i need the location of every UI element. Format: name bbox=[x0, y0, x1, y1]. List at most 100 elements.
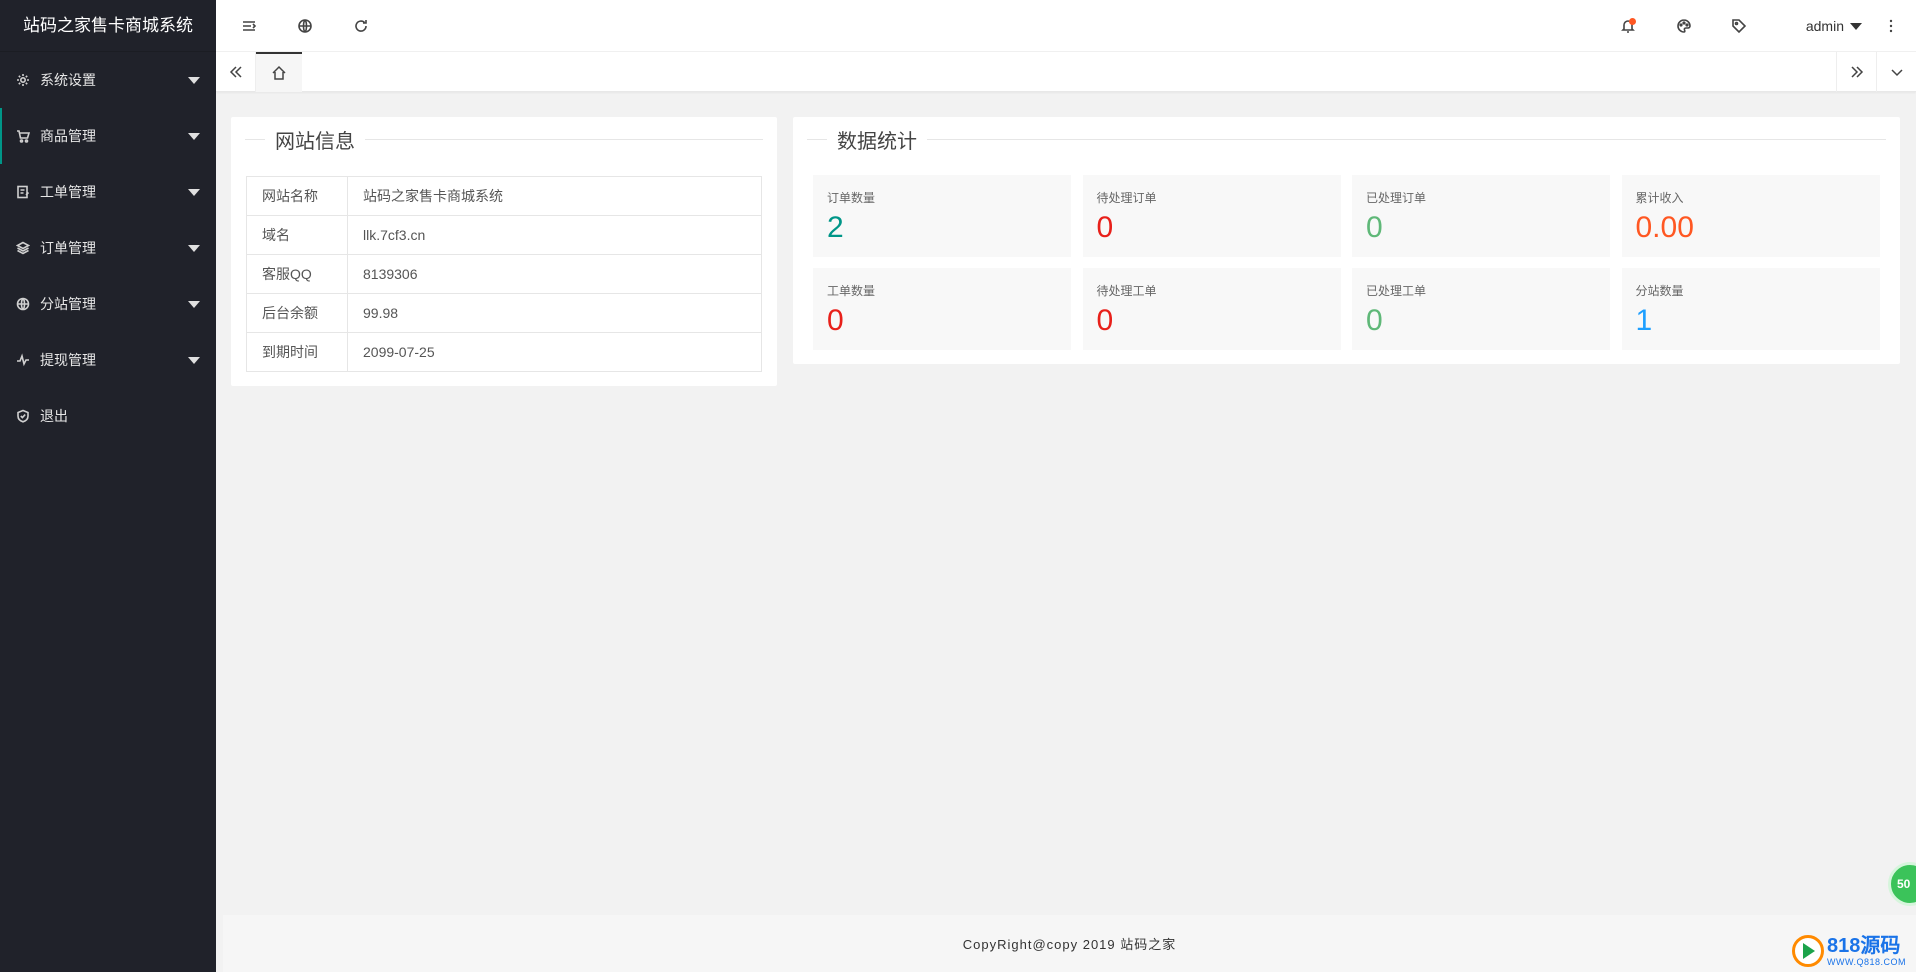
table-row: 域名 llk.7cf3.cn bbox=[246, 215, 762, 255]
tabs-scroll-left-button[interactable] bbox=[216, 52, 256, 92]
site-info-title: 网站信息 bbox=[275, 130, 355, 153]
layers-icon bbox=[16, 241, 30, 255]
floating-badge[interactable]: 50 bbox=[1888, 862, 1916, 906]
cart-icon bbox=[16, 129, 30, 143]
stat-tile: 工单数量 0 bbox=[813, 268, 1071, 350]
sidebar: 站码之家售卡商城系统 系统设置商品管理工单管理订单管理分站管理提现管理退出 bbox=[0, 0, 216, 972]
top-header: admin bbox=[216, 0, 1916, 52]
chevron-down-icon bbox=[1850, 22, 1862, 30]
stat-value: 0.00 bbox=[1635, 211, 1694, 244]
table-row: 网站名称 站码之家售卡商城系统 bbox=[246, 176, 762, 216]
stat-tile: 待处理工单 0 bbox=[1082, 268, 1341, 350]
double-chevron-right-icon bbox=[1850, 66, 1863, 78]
more-vertical-icon bbox=[1889, 19, 1893, 33]
watermark-main: 818源码 bbox=[1826, 934, 1901, 957]
stat-label: 累计收入 bbox=[1635, 191, 1684, 205]
stat-label: 已处理订单 bbox=[1366, 191, 1427, 205]
footer: CopyRight@copy 2019 站码之家 bbox=[223, 915, 1916, 972]
pulse-icon bbox=[16, 353, 30, 367]
globe-icon bbox=[298, 19, 312, 33]
info-key: 域名 bbox=[246, 215, 348, 255]
home-icon bbox=[272, 65, 286, 80]
stat-value: 0 bbox=[1096, 304, 1114, 337]
tabs-options-button[interactable] bbox=[1876, 52, 1916, 92]
stat-value: 0 bbox=[1366, 211, 1383, 244]
stat-value: 1 bbox=[1635, 304, 1653, 337]
info-key: 到期时间 bbox=[246, 332, 348, 372]
sidebar-item-label: 商品管理 bbox=[40, 128, 96, 144]
shield-icon bbox=[16, 409, 30, 423]
stat-tile: 已处理订单 0 bbox=[1352, 175, 1610, 257]
stat-tile: 订单数量 2 bbox=[813, 175, 1071, 257]
site-info-card: 网站信息 网站名称 站码之家售卡商城系统 域名 llk.7cf3.cn 客服QQ 8139… bbox=[231, 117, 777, 386]
stat-value: 0 bbox=[827, 304, 844, 337]
info-value: 99.98 bbox=[347, 293, 762, 333]
sidebar-item-label: 工单管理 bbox=[40, 184, 96, 200]
copyright-text: CopyRight@copy 2019 站码之家 bbox=[962, 937, 1177, 952]
stat-tile: 已处理工单 0 bbox=[1352, 268, 1610, 350]
double-chevron-left-icon bbox=[229, 66, 242, 78]
stats-header: 数据统计 bbox=[807, 127, 1886, 153]
floating-badge-text: 50 bbox=[1897, 877, 1911, 891]
site-info-table: 网站名称 站码之家售卡商城系统 域名 llk.7cf3.cn 客服QQ 8139306 后台… bbox=[246, 176, 762, 372]
sidebar-item-2[interactable]: 工单管理 bbox=[0, 164, 216, 220]
info-value: 站码之家售卡商城系统 bbox=[347, 176, 762, 216]
table-row: 到期时间 2099-07-25 bbox=[246, 332, 762, 372]
table-row: 后台余额 99.98 bbox=[246, 293, 762, 333]
tabs-scroll-right-button[interactable] bbox=[1836, 52, 1876, 92]
caret-down-icon bbox=[188, 301, 200, 308]
menu-collapse-button[interactable] bbox=[224, 0, 274, 52]
sidebar-item-3[interactable]: 订单管理 bbox=[0, 220, 216, 276]
tag-icon bbox=[1732, 19, 1747, 34]
site-info-header: 网站信息 bbox=[245, 127, 763, 153]
refresh-icon bbox=[355, 20, 367, 32]
stat-label: 工单数量 bbox=[827, 284, 876, 298]
info-value: 2099-07-25 bbox=[347, 332, 762, 372]
stats-title: 数据统计 bbox=[837, 130, 917, 153]
refresh-button[interactable] bbox=[336, 0, 386, 52]
stat-value: 0 bbox=[1366, 304, 1383, 337]
sidebar-item-4[interactable]: 分站管理 bbox=[0, 276, 216, 332]
stat-tile: 待处理订单 0 bbox=[1082, 175, 1341, 257]
theme-button[interactable] bbox=[1659, 0, 1709, 52]
site-home-button[interactable] bbox=[280, 0, 330, 52]
watermark-sub: WWW.Q818.COM bbox=[1826, 956, 1906, 967]
sidebar-item-1[interactable]: 商品管理 bbox=[0, 108, 216, 164]
stat-tile: 累计收入 0.00 bbox=[1621, 175, 1880, 257]
info-key: 网站名称 bbox=[246, 176, 348, 216]
stat-label: 订单数量 bbox=[827, 191, 876, 205]
stat-label: 待处理工单 bbox=[1096, 284, 1157, 298]
notifications-button[interactable] bbox=[1603, 0, 1653, 52]
sidebar-item-6[interactable]: 退出 bbox=[0, 388, 216, 444]
info-key: 后台余额 bbox=[246, 293, 348, 333]
more-button[interactable] bbox=[1876, 0, 1906, 52]
caret-down-icon bbox=[188, 133, 200, 140]
caret-down-icon bbox=[188, 77, 200, 84]
tag-button[interactable] bbox=[1714, 0, 1764, 52]
sidebar-item-label: 订单管理 bbox=[40, 240, 96, 256]
stat-value: 0 bbox=[1096, 211, 1114, 244]
stat-value: 2 bbox=[827, 211, 844, 244]
palette-icon bbox=[1677, 19, 1691, 33]
username: admin bbox=[1805, 18, 1844, 34]
sidebar-item-5[interactable]: 提现管理 bbox=[0, 332, 216, 388]
sidebar-item-label: 提现管理 bbox=[40, 352, 96, 368]
play-icon bbox=[1791, 935, 1824, 967]
gear-icon bbox=[16, 73, 30, 87]
sidebar-item-label: 分站管理 bbox=[40, 296, 96, 312]
sidebar-item-0[interactable]: 系统设置 bbox=[0, 52, 216, 108]
stat-label: 已处理工单 bbox=[1366, 284, 1427, 298]
stat-label: 待处理订单 bbox=[1096, 191, 1157, 205]
notification-dot bbox=[1629, 18, 1636, 25]
caret-down-icon bbox=[188, 245, 200, 252]
tabs-bar bbox=[216, 52, 1916, 92]
tab-home[interactable] bbox=[256, 52, 302, 92]
user-menu[interactable]: admin bbox=[1806, 0, 1862, 52]
app-title: 站码之家售卡商城系统 bbox=[0, 0, 216, 52]
sidebar-menu: 系统设置商品管理工单管理订单管理分站管理提现管理退出 bbox=[0, 52, 216, 444]
info-value: 8139306 bbox=[347, 254, 762, 294]
sidebar-item-label: 退出 bbox=[40, 408, 68, 424]
stat-tile: 分站数量 1 bbox=[1621, 268, 1880, 350]
info-key: 客服QQ bbox=[246, 254, 348, 294]
chevron-down-icon bbox=[1890, 69, 1903, 77]
